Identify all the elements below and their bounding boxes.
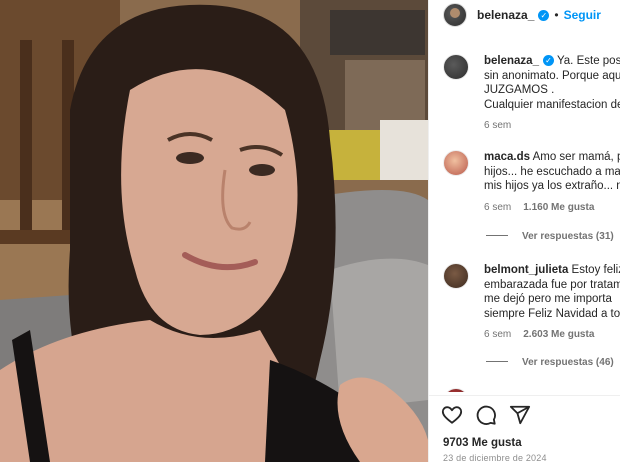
follow-button[interactable]: Seguir bbox=[564, 8, 601, 22]
post-actions: 9703 Me gusta 23 de diciembre de 2024 bbox=[429, 395, 620, 462]
comment-text: hijos... he escuchado a man bbox=[484, 165, 620, 178]
separator-dot: • bbox=[554, 8, 559, 22]
author-avatar[interactable] bbox=[443, 3, 467, 27]
like-count[interactable]: 9703 Me gusta bbox=[443, 437, 522, 449]
commenter-username[interactable]: belmont_julieta bbox=[484, 264, 568, 276]
commenter-avatar[interactable] bbox=[443, 150, 469, 176]
comment-likes[interactable]: 1.160 Me gusta bbox=[523, 202, 594, 213]
caption-text: Ya. Este post e bbox=[556, 55, 620, 67]
comment-time: 6 sem bbox=[484, 201, 512, 213]
share-icon[interactable] bbox=[509, 404, 531, 426]
comment-text: siempre Feliz Navidad a tod bbox=[484, 307, 620, 320]
comment-text: Estoy feliz bbox=[568, 264, 620, 276]
caption-text: Cualquier manifestacion de bbox=[484, 98, 620, 111]
comment-icon[interactable] bbox=[475, 404, 497, 426]
author-username[interactable]: belenaza_ bbox=[477, 8, 534, 22]
comment-text: embarazada fue por tratam bbox=[484, 278, 620, 291]
verified-badge-icon: ✓ bbox=[538, 9, 550, 21]
caption-username[interactable]: belenaza_ bbox=[484, 55, 539, 67]
caption-meta: 6 sem bbox=[484, 120, 620, 131]
commenter-avatar[interactable] bbox=[443, 263, 469, 289]
post-sidebar: belenaza_ ✓ • Seguir belenaza_ ✓ Ya. Este… bbox=[428, 0, 620, 462]
caption-text: JUZGAMOS . bbox=[484, 84, 555, 96]
caption-line: belenaza_✓ Ya. Este post e bbox=[484, 54, 620, 69]
comment-meta: 6 sem 1.160 Me gusta bbox=[484, 202, 620, 213]
comment-meta: 6 sem 2.603 Me gusta bbox=[484, 329, 620, 340]
comment-text: mis hijos ya los extraño... ne bbox=[484, 180, 620, 192]
comment-likes[interactable]: 2.603 Me gusta bbox=[523, 329, 594, 340]
post-header: belenaza_ ✓ • Seguir bbox=[429, 0, 620, 30]
verified-badge-icon: ✓ bbox=[542, 55, 554, 67]
view-replies-link[interactable]: Ver respuestas (46) bbox=[486, 357, 614, 368]
caption-time: 6 sem bbox=[484, 120, 512, 131]
post-photo bbox=[0, 0, 428, 462]
caption-text: sin anonimato. Porque aqui bbox=[484, 69, 620, 82]
view-replies-link[interactable]: Ver respuestas (31) bbox=[486, 231, 614, 242]
comment-text: me dejó pero me importa bbox=[484, 293, 612, 305]
comment-time: 6 sem bbox=[484, 329, 512, 340]
comments-list[interactable]: belenaza_✓ Ya. Este post e sin anonimato… bbox=[429, 40, 620, 392]
heart-icon[interactable] bbox=[441, 404, 463, 426]
post-date: 23 de diciembre de 2024 bbox=[443, 453, 547, 462]
commenter-avatar[interactable] bbox=[443, 388, 469, 392]
comment-text: Amo ser mamá, pe bbox=[530, 151, 620, 163]
author-avatar[interactable] bbox=[443, 54, 469, 80]
commenter-username[interactable]: maca.ds bbox=[484, 151, 530, 163]
comment-line: belmont_julieta Estoy feliz bbox=[484, 263, 620, 278]
comment-line: maca.ds Amo ser mamá, pe bbox=[484, 150, 620, 165]
post-photo-illustration bbox=[0, 0, 428, 462]
